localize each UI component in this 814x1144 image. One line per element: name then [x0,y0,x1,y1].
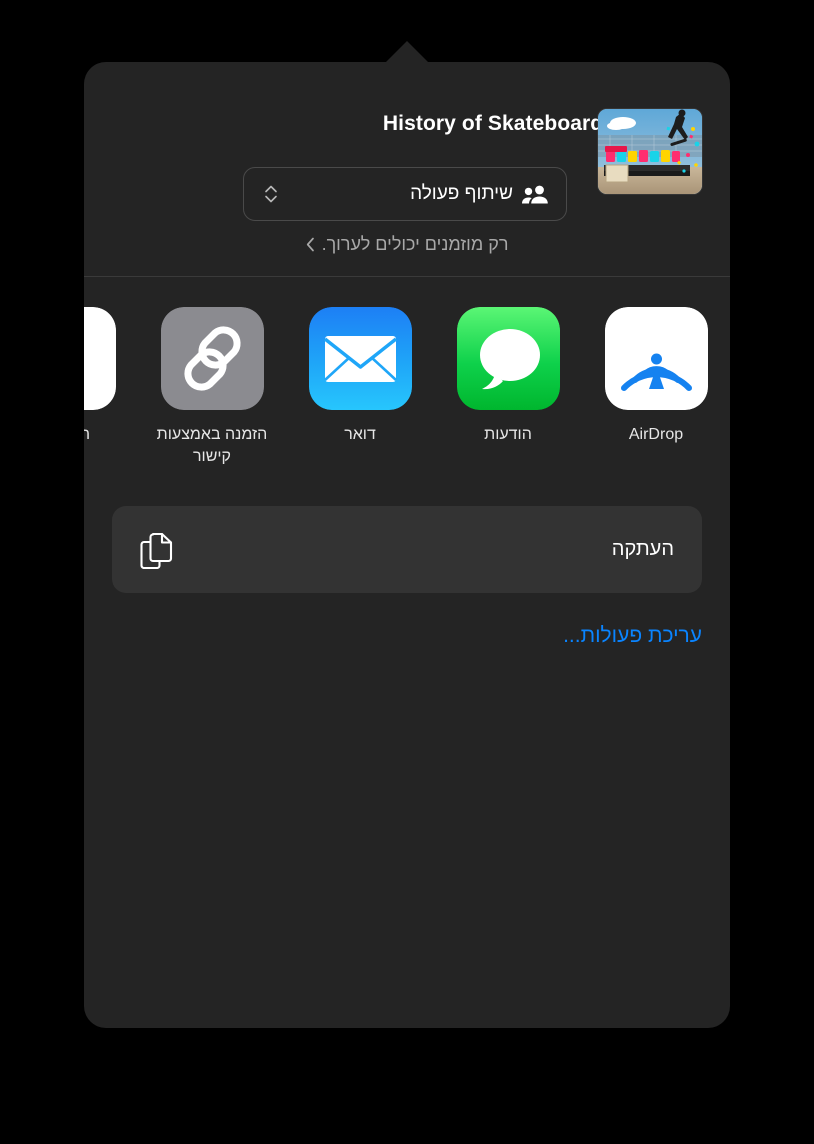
share-target-mail[interactable]: דואר [286,307,434,446]
share-sheet-popover: History of Skateboards שיתוף פעולה רק מו… [84,41,730,1028]
share-target-label: דואר [344,426,376,443]
share-target-label: הודעות [484,426,532,443]
share-target-label: הזמנה באמצעות קישור [156,426,268,465]
collaborate-mode-label: שיתוף פעולה [410,183,513,204]
collaborate-mode-selector[interactable]: שיתוף פעולה [243,167,567,221]
permissions-row[interactable]: רק מוזמנים יכולים לערוך. [112,234,702,255]
share-target-reminders[interactable]: תזכורות [84,307,138,446]
copy-icon [140,531,174,569]
document-title: History of Skateboards [382,112,615,135]
link-icon [160,307,264,410]
mail-icon [308,307,412,410]
people-icon [522,184,548,204]
chevron-left-icon [306,237,315,252]
action-label: העתקה [611,538,674,560]
share-target-airdrop[interactable]: AirDrop [582,307,730,446]
edit-actions-link[interactable]: עריכת פעולות... [563,624,702,648]
action-copy[interactable]: העתקה [112,506,702,593]
share-targets-scroller[interactable]: AirDrop הודעות דואר הזמנה באמצעות קישור … [84,307,730,497]
screen: History of Skateboards שיתוף פעולה רק מו… [0,0,814,1144]
share-target-invite-with-link[interactable]: הזמנה באמצעות קישור [138,307,286,467]
document-thumbnail [598,109,702,194]
share-target-label: תזכורות [84,426,91,443]
header-divider [84,276,730,277]
share-sheet-header: History of Skateboards שיתוף פעולה רק מו… [84,62,730,276]
permissions-label: רק מוזמנים יכולים לערוך. [321,234,509,254]
messages-icon [456,307,560,410]
airdrop-icon [604,307,708,410]
popover-caret [385,41,429,63]
up-down-chevron-icon [264,183,278,205]
share-targets-row: AirDrop הודעות דואר הזמנה באמצעות קישור … [84,307,730,467]
reminders-icon [84,307,116,410]
share-target-label: AirDrop [628,426,684,443]
share-target-messages[interactable]: הודעות [434,307,582,446]
